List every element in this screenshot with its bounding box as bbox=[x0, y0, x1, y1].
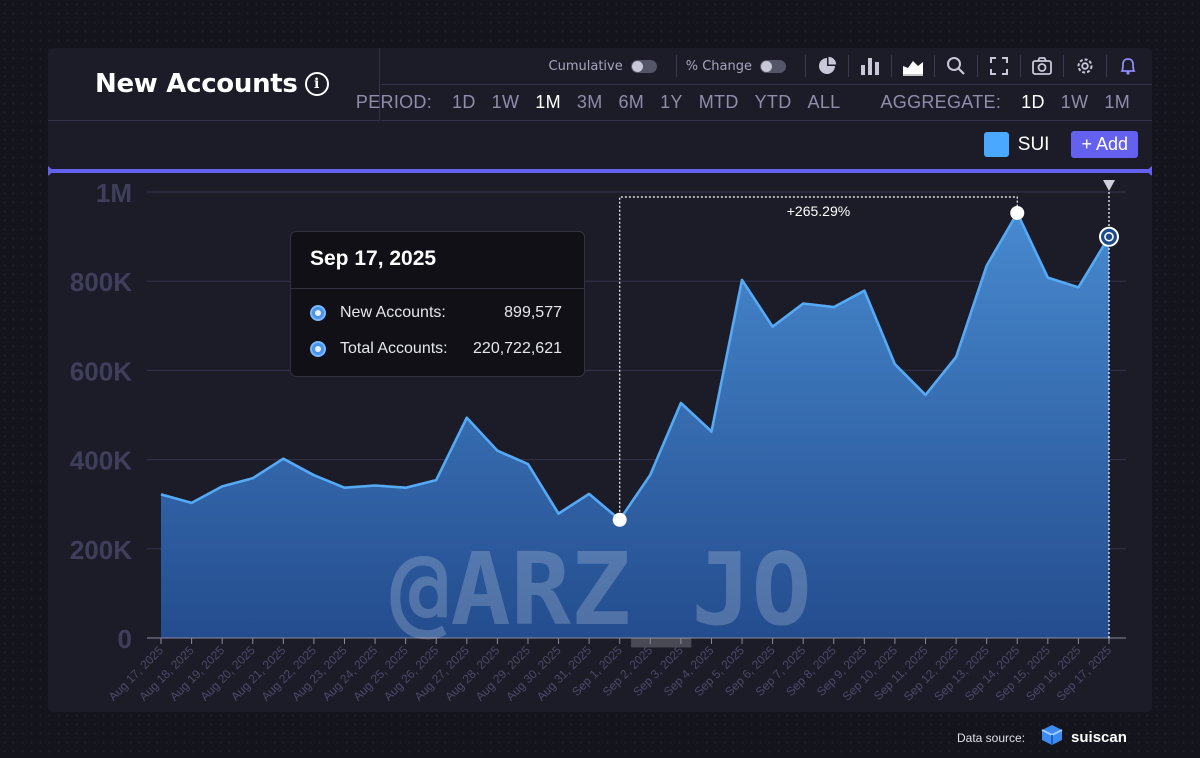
change-start-point bbox=[612, 512, 627, 527]
y-tick-label: 1M bbox=[96, 178, 132, 208]
change-end-point bbox=[1010, 205, 1025, 220]
y-tick-label: 600K bbox=[70, 356, 132, 386]
tooltip-row-total-accounts: Total Accounts: 220,722,621 bbox=[310, 340, 562, 358]
range-handle-left-icon bbox=[48, 166, 54, 176]
y-tick-label: 400K bbox=[70, 446, 132, 476]
data-source-label: Data source: bbox=[957, 730, 1026, 745]
y-tick-label: 200K bbox=[70, 535, 132, 565]
tooltip-value: 899,577 bbox=[504, 304, 562, 321]
watermark-text: @ARZ_JO bbox=[390, 531, 811, 648]
series-dot-icon bbox=[310, 341, 326, 357]
change-label: +265.29% bbox=[787, 203, 850, 219]
tooltip-date: Sep 17, 2025 bbox=[310, 247, 437, 270]
y-tick-label: 0 bbox=[118, 624, 132, 654]
series-dot-icon bbox=[310, 305, 326, 321]
y-tick-label: 800K bbox=[70, 267, 132, 297]
tooltip-row-new-accounts: New Accounts: 899,577 bbox=[310, 304, 562, 322]
tooltip-divider bbox=[291, 288, 584, 289]
tooltip-label: New Accounts: bbox=[340, 304, 446, 321]
suiscan-logo-icon bbox=[1039, 722, 1065, 753]
tooltip-label: Total Accounts: bbox=[340, 340, 448, 357]
tooltip-value: 220,722,621 bbox=[473, 340, 562, 357]
chart-tooltip: Sep 17, 2025 New Accounts: 899,577 Total… bbox=[290, 231, 585, 377]
range-handle-right-icon bbox=[1146, 166, 1152, 176]
brand-name: suiscan bbox=[1071, 729, 1127, 746]
highlight-point bbox=[1099, 226, 1119, 247]
crosshair-marker-icon bbox=[1103, 180, 1115, 191]
data-source-footer: Data source: suiscan bbox=[957, 722, 1127, 753]
area-chart[interactable]: @ARZ_JO 0200K400K600K800K1M Aug 17, 2025… bbox=[0, 0, 1200, 758]
